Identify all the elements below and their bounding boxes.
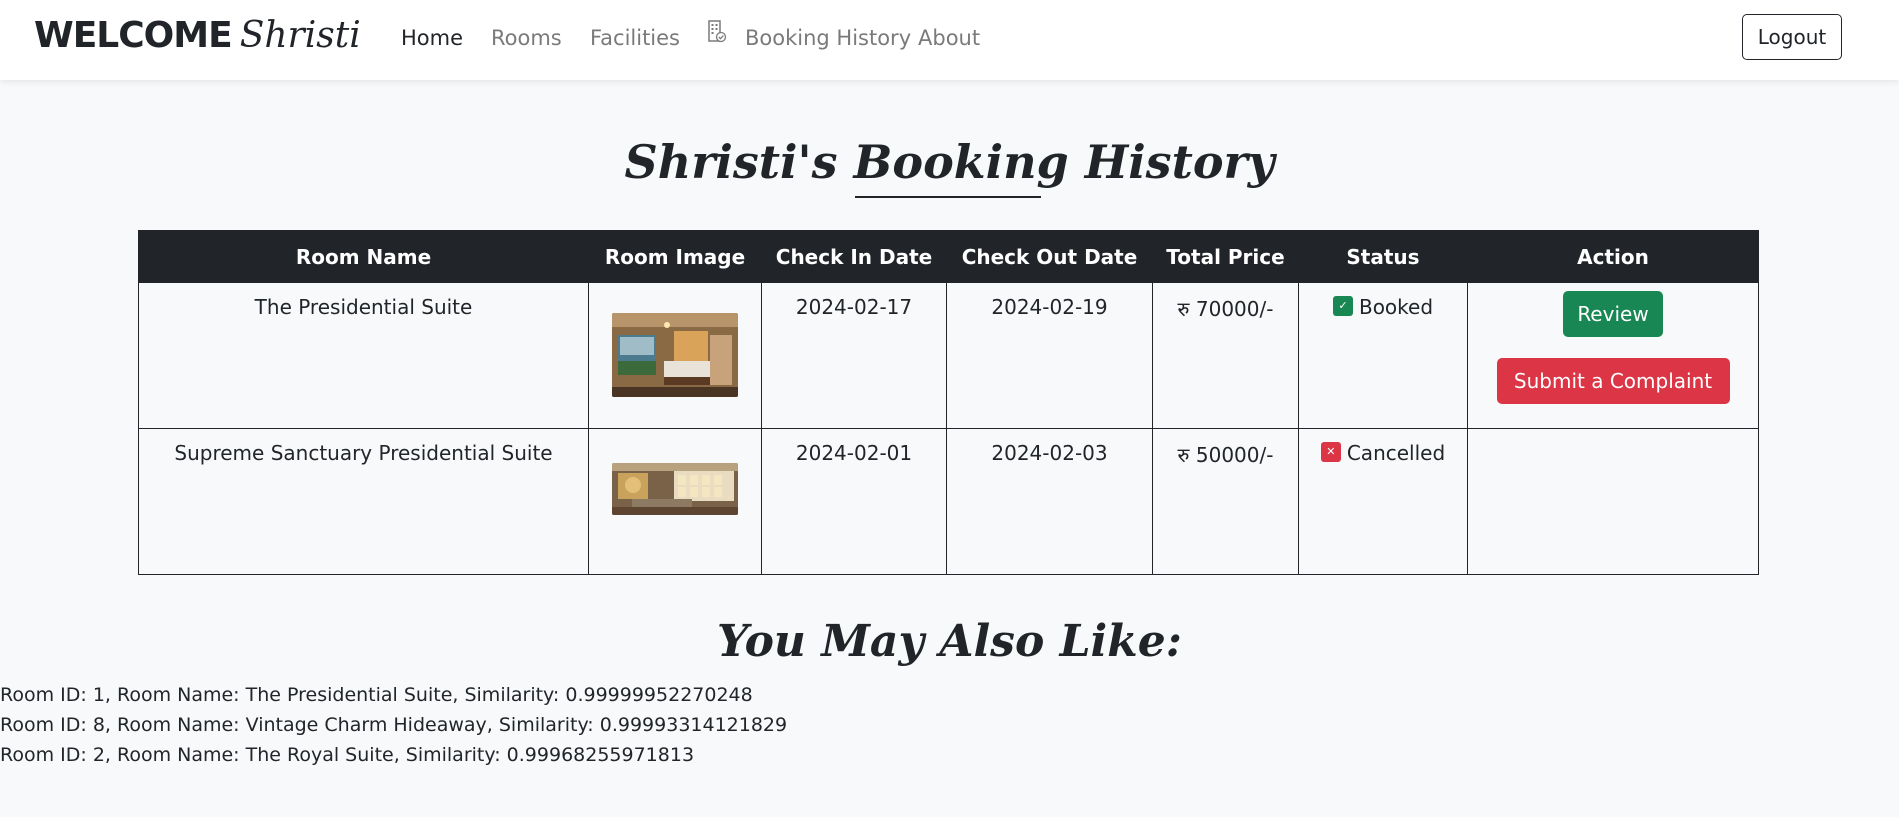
status-cell: ✕ Cancelled xyxy=(1298,428,1468,575)
nav-link-facilities[interactable]: Facilities xyxy=(590,24,680,52)
table-row: Supreme Sanctuary Presidential Suite 202… xyxy=(138,428,1759,575)
recommendation-item: Room ID: 1, Room Name: The Presidential … xyxy=(0,684,753,706)
recommendation-item: Room ID: 2, Room Name: The Royal Suite, … xyxy=(0,744,695,766)
nav-link-rooms[interactable]: Rooms xyxy=(491,24,562,52)
nav-link-booking-history[interactable]: Booking History xyxy=(745,24,911,52)
check-out-cell: 2024-02-19 xyxy=(946,282,1153,429)
logout-button[interactable]: Logout xyxy=(1742,14,1842,60)
nav-link-home[interactable]: Home xyxy=(401,24,463,52)
building-check-icon xyxy=(708,20,727,43)
header-room-image: Room Image xyxy=(588,230,762,283)
header-total-price: Total Price xyxy=(1152,230,1299,283)
check-out-cell: 2024-02-03 xyxy=(946,428,1153,575)
recommendation-item: Room ID: 8, Room Name: Vintage Charm Hid… xyxy=(0,714,788,736)
title-underline xyxy=(855,196,1041,198)
header-status: Status xyxy=(1298,230,1468,283)
header-check-in: Check In Date xyxy=(761,230,947,283)
booking-history-table: Room Name Room Image Check In Date Check… xyxy=(138,230,1759,575)
room-image xyxy=(612,313,738,397)
review-button[interactable]: Review xyxy=(1563,291,1663,337)
room-image-cell xyxy=(588,428,762,575)
recommendations-heading: You May Also Like: xyxy=(716,616,1182,667)
check-in-cell: 2024-02-17 xyxy=(761,282,947,429)
recommendation-list: Room ID: 1, Room Name: The Presidential … xyxy=(0,680,787,770)
calendar-x-icon: ✕ xyxy=(1320,442,1341,462)
page-title: Shristi's Booking History xyxy=(624,135,1275,189)
status-text: Cancelled xyxy=(1346,441,1446,465)
room-image xyxy=(612,463,738,515)
header-action: Action xyxy=(1467,230,1759,283)
table-row: The Presidential Suite 2024-02-17 2024-0… xyxy=(138,282,1759,429)
header-check-out: Check Out Date xyxy=(946,230,1153,283)
brand[interactable]: WELCOME Shristi xyxy=(34,14,361,58)
action-cell: Review Submit a Complaint xyxy=(1467,282,1759,429)
check-in-cell: 2024-02-01 xyxy=(761,428,947,575)
brand-welcome: WELCOME xyxy=(34,15,233,56)
header-room-name: Room Name xyxy=(138,230,589,283)
nav-link-about[interactable]: About xyxy=(918,24,980,52)
submit-complaint-button[interactable]: Submit a Complaint xyxy=(1496,358,1730,404)
brand-user-name: Shristi xyxy=(239,15,361,56)
room-name-cell: The Presidential Suite xyxy=(138,282,589,429)
status-cell: ✓ Booked xyxy=(1298,282,1468,429)
status-text: Booked xyxy=(1358,295,1434,319)
room-name-cell: Supreme Sanctuary Presidential Suite xyxy=(138,428,589,575)
navbar: WELCOME Shristi Home Rooms Facilities Boo… xyxy=(0,0,1899,80)
total-price-cell: रु 70000/- xyxy=(1152,282,1299,429)
action-cell xyxy=(1467,428,1759,575)
total-price-cell: रु 50000/- xyxy=(1152,428,1299,575)
table-header-row: Room Name Room Image Check In Date Check… xyxy=(138,230,1759,283)
room-image-cell xyxy=(588,282,762,429)
calendar-check-icon: ✓ xyxy=(1332,296,1353,316)
